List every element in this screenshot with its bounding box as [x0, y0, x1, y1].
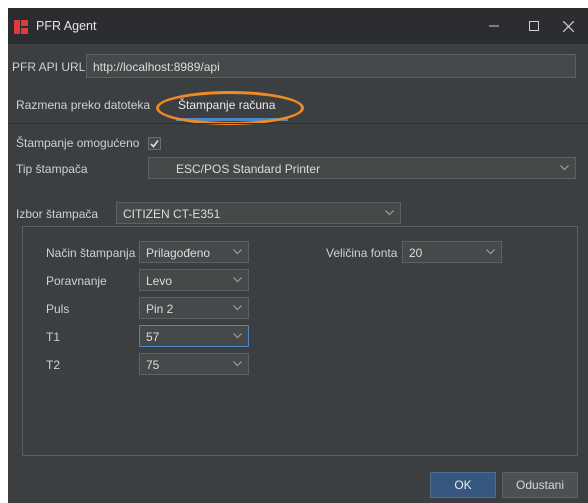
tab-stampanje-racuna[interactable]: Štampanje računa	[178, 98, 275, 112]
alignment-select[interactable]: Levo	[139, 269, 249, 291]
ok-button[interactable]: OK	[430, 472, 496, 498]
printer-select-dropdown[interactable]: CITIZEN CT-E351	[116, 202, 401, 224]
print-mode-select[interactable]: Prilagođeno	[139, 241, 249, 263]
t1-select[interactable]: 57	[139, 325, 249, 347]
pulse-select[interactable]: Pin 2	[139, 297, 249, 319]
tab-razmena-preko-datoteka[interactable]: Razmena preko datoteka	[16, 98, 150, 112]
api-url-row: PFR API URL http://localhost:8989/api	[8, 54, 588, 80]
maximize-icon	[529, 21, 539, 31]
alignment-value: Levo	[146, 274, 173, 288]
printer-select-value: CITIZEN CT-E351	[123, 207, 221, 221]
active-tab-indicator	[176, 118, 288, 121]
chevron-down-icon	[560, 165, 569, 171]
chevron-down-icon	[233, 249, 242, 255]
printer-type-select[interactable]: ESC/POS Standard Printer	[148, 157, 576, 179]
chevron-down-icon	[233, 333, 242, 339]
t2-value: 75	[146, 358, 160, 372]
font-size-value: 20	[409, 246, 423, 260]
api-url-label: PFR API URL	[12, 60, 86, 74]
chevron-down-icon	[233, 361, 242, 367]
t2-select[interactable]: 75	[139, 353, 249, 375]
pfr-logo-icon	[14, 20, 28, 34]
chevron-down-icon	[233, 305, 242, 311]
font-size-label: Veličina fonta	[326, 246, 398, 260]
printing-enabled-label: Štampanje omogućeno	[16, 136, 140, 150]
pulse-value: Pin 2	[146, 302, 174, 316]
t1-label: T1	[46, 330, 61, 344]
tab-divider	[8, 123, 588, 124]
minimize-button[interactable]	[474, 8, 514, 44]
close-icon	[562, 20, 574, 32]
printer-select-label: Izbor štampača	[16, 207, 99, 221]
close-button[interactable]	[548, 8, 588, 44]
t2-label: T2	[46, 358, 61, 372]
api-url-input[interactable]: http://localhost:8989/api	[86, 54, 576, 78]
printing-enabled-checkbox[interactable]	[148, 137, 161, 150]
app-window: PFR Agent PFR API URL http://localhost:8…	[8, 8, 588, 503]
chevron-down-icon	[486, 249, 495, 255]
checkmark-icon	[150, 140, 159, 148]
print-mode-value: Prilagođeno	[146, 246, 211, 260]
cancel-button[interactable]: Odustani	[502, 472, 578, 498]
font-size-select[interactable]: 20	[402, 241, 502, 263]
chevron-down-icon	[233, 277, 242, 283]
chevron-down-icon	[385, 210, 394, 216]
t1-value: 57	[146, 330, 160, 344]
minimize-icon	[489, 25, 499, 27]
tab-bar: Razmena preko datoteka Štampanje računa	[8, 92, 588, 122]
pulse-label: Puls	[46, 302, 70, 316]
print-mode-label: Način štampanja	[46, 246, 136, 260]
window-title: PFR Agent	[36, 19, 97, 33]
title-bar: PFR Agent	[8, 8, 588, 44]
printer-type-label: Tip štampača	[16, 162, 88, 176]
printer-type-value: ESC/POS Standard Printer	[176, 162, 321, 176]
alignment-label: Poravnanje	[46, 274, 107, 288]
